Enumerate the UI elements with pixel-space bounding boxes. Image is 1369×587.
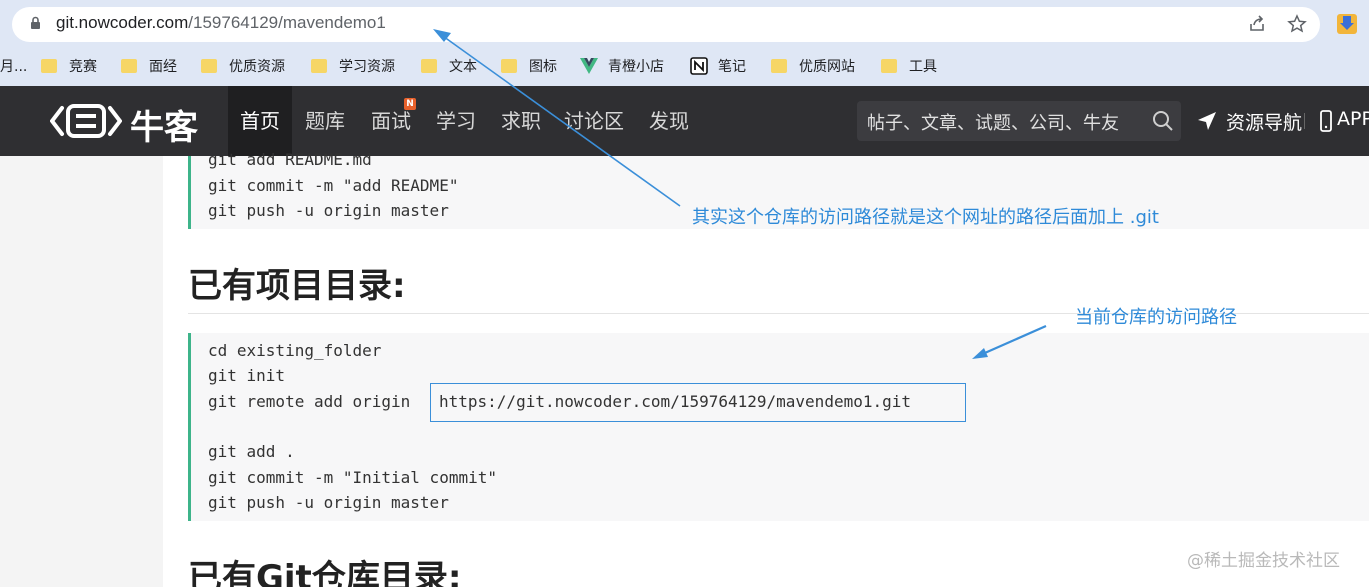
logo-text[interactable]: 牛客 bbox=[130, 100, 198, 149]
folder-icon bbox=[771, 59, 787, 73]
code-line: git commit -m "add README" bbox=[208, 176, 459, 195]
code-line: cd existing_folder bbox=[208, 341, 382, 360]
left-gutter bbox=[0, 156, 163, 587]
code-line: git add . bbox=[208, 442, 295, 461]
navigation-arrow-icon bbox=[1198, 112, 1216, 130]
code-line: git remote add origin bbox=[208, 392, 411, 411]
folder-icon bbox=[421, 59, 437, 73]
nav-question-bank[interactable]: 题库 bbox=[296, 86, 354, 156]
folder-icon bbox=[501, 59, 517, 73]
download-extension-icon[interactable] bbox=[1336, 13, 1358, 35]
nowcoder-logo-icon[interactable] bbox=[50, 98, 122, 144]
lock-icon[interactable] bbox=[30, 16, 41, 30]
folder-icon bbox=[201, 59, 217, 73]
watermark: @稀土掘金技术社区 bbox=[1187, 551, 1340, 571]
heading-existing-git: 已有Git仓库目录: bbox=[188, 558, 462, 587]
app-link[interactable]: APP bbox=[1337, 108, 1369, 130]
nav-learn[interactable]: 学习 bbox=[427, 86, 485, 156]
folder-icon bbox=[881, 59, 897, 73]
resource-nav-link[interactable]: 资源导航 bbox=[1226, 108, 1302, 135]
nav-divider bbox=[1304, 113, 1305, 129]
code-line: git push -u origin master bbox=[208, 493, 449, 512]
url-highlight-box bbox=[430, 383, 966, 422]
share-icon[interactable] bbox=[1247, 14, 1267, 34]
nav-discover[interactable]: 发现 bbox=[640, 86, 698, 156]
annotation-current-path: 当前仓库的访问路径 bbox=[1075, 307, 1237, 328]
notion-icon bbox=[690, 57, 708, 75]
nav-interview[interactable]: 面试 bbox=[362, 86, 420, 156]
nav-discussion[interactable]: 讨论区 bbox=[557, 86, 631, 156]
star-icon[interactable] bbox=[1287, 14, 1307, 34]
annotation-url-note: 其实这个仓库的访问路径就是这个网址的路径后面加上 .git bbox=[692, 207, 1159, 228]
code-line: git commit -m "Initial commit" bbox=[208, 468, 497, 487]
bookmark-truncated[interactable]: 月... bbox=[0, 57, 27, 77]
search-icon[interactable] bbox=[1152, 110, 1174, 132]
folder-icon bbox=[121, 59, 137, 73]
code-line: git add README.md bbox=[208, 150, 372, 169]
phone-icon bbox=[1320, 110, 1332, 132]
code-line: git init bbox=[208, 366, 286, 385]
folder-icon bbox=[311, 59, 327, 73]
nav-jobs[interactable]: 求职 bbox=[492, 86, 550, 156]
folder-icon bbox=[41, 59, 57, 73]
heading-existing-folder: 已有项目目录: bbox=[188, 266, 406, 306]
url-text[interactable]: git.nowcoder.com/159764129/mavendemo1 bbox=[56, 13, 386, 33]
code-line: git push -u origin master bbox=[208, 201, 449, 220]
new-badge: N bbox=[404, 98, 416, 110]
search-input[interactable]: 帖子、文章、试题、公司、牛友 bbox=[867, 109, 1119, 135]
vue-icon bbox=[580, 58, 598, 74]
nav-home[interactable]: 首页 bbox=[228, 86, 292, 156]
